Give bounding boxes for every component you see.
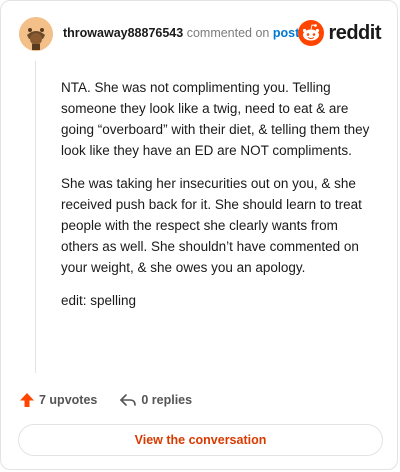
comment-header: throwaway88876543 commented on post redd…: [19, 17, 381, 51]
avatar-icon: [19, 17, 53, 51]
reddit-snoo-icon: [298, 20, 325, 46]
upvote-arrow-icon: [20, 393, 34, 407]
reply-arrow-icon: [120, 394, 137, 406]
comment-card: throwaway88876543 commented on post redd…: [0, 0, 398, 470]
comment-meta: throwaway88876543 commented on post: [63, 26, 299, 40]
post-link[interactable]: post: [273, 26, 299, 40]
logo-text: reddit: [328, 21, 381, 44]
thread-line: [35, 61, 36, 373]
avatar[interactable]: [19, 17, 53, 51]
upvote-count: 7 upvotes: [39, 393, 98, 407]
reply-count: 0 replies: [141, 393, 193, 407]
replies-button[interactable]: 0 replies: [119, 392, 192, 408]
meta-verb: commented on: [186, 26, 270, 40]
comment-paragraph: She was taking her insecurities out on y…: [61, 176, 362, 275]
view-conversation-button[interactable]: View the conversation: [18, 424, 383, 456]
comment-paragraph: NTA. She was not complimenting you. Tell…: [61, 80, 370, 158]
upvote-button[interactable]: 7 upvotes: [19, 392, 97, 408]
comment-body: NTA. She was not complimenting you. Tell…: [61, 77, 379, 323]
comment-actions: 7 upvotes 0 replies: [19, 390, 214, 410]
reddit-logo[interactable]: reddit: [298, 19, 381, 47]
username-link[interactable]: throwaway88876543: [63, 26, 183, 40]
comment-paragraph: edit: spelling: [61, 293, 137, 308]
